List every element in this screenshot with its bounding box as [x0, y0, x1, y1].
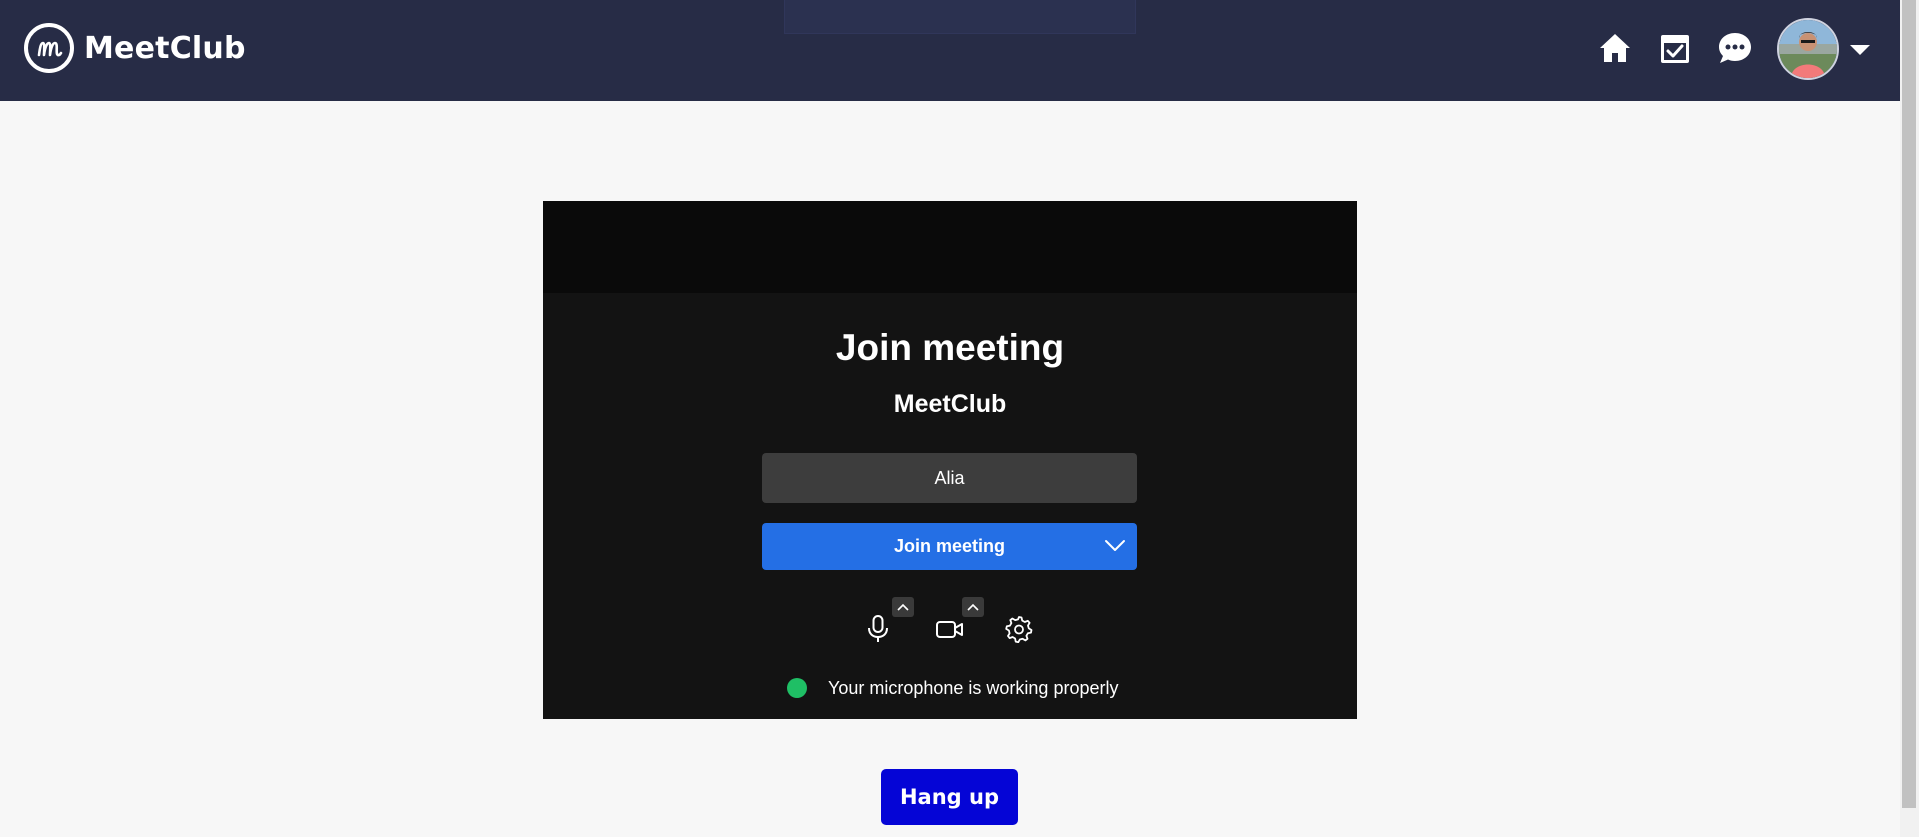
- caret-down-icon[interactable]: [1848, 43, 1872, 57]
- display-name-input[interactable]: [762, 453, 1137, 503]
- video-preview: [543, 201, 1357, 293]
- microphone-icon[interactable]: [865, 614, 891, 644]
- top-tab-background: [784, 0, 1136, 34]
- hang-up-button[interactable]: Hang up: [881, 769, 1018, 825]
- user-avatar[interactable]: [1777, 18, 1839, 80]
- calendar-check-icon[interactable]: [1657, 30, 1693, 66]
- scrollbar-thumb[interactable]: [1902, 0, 1916, 808]
- camera-icon[interactable]: [935, 616, 965, 642]
- status-indicator-dot: [787, 678, 807, 698]
- join-meeting-button[interactable]: Join meeting: [762, 523, 1137, 570]
- microphone-status: Your microphone is working properly: [787, 676, 1118, 700]
- chevron-down-icon[interactable]: [1103, 536, 1127, 556]
- meeting-name: MeetClub: [893, 390, 1007, 418]
- brand[interactable]: MeetClub: [24, 20, 246, 76]
- chat-bubble-icon[interactable]: [1717, 30, 1753, 66]
- hang-up-button-label: Hang up: [899, 785, 1000, 809]
- join-meeting-title: Join meeting: [835, 327, 1065, 368]
- settings-gear-icon[interactable]: [1005, 615, 1033, 644]
- top-navigation-bar: MeetClub: [0, 0, 1900, 101]
- join-meeting-panel: Join meeting MeetClub Join meeting: [543, 201, 1357, 719]
- microphone-status-text: Your microphone is working properly: [828, 677, 1119, 698]
- microphone-options-chevron-up-icon[interactable]: [892, 597, 914, 617]
- join-meeting-button-label: Join meeting: [893, 536, 1005, 556]
- meetclub-logo-icon: [24, 23, 74, 73]
- camera-options-chevron-up-icon[interactable]: [962, 597, 984, 617]
- brand-name: MeetClub: [84, 30, 246, 66]
- home-icon[interactable]: [1597, 30, 1633, 66]
